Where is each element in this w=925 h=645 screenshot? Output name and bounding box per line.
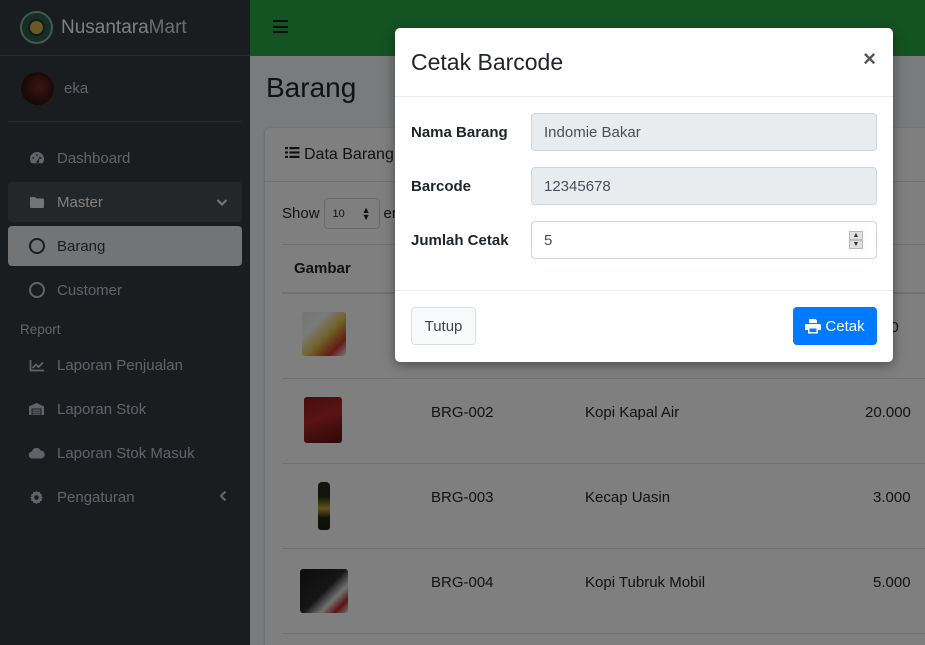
modal-body: Nama Barang Indomie Bakar Barcode 123456… [395,97,893,291]
nama-barang-field[interactable]: Indomie Bakar [531,113,877,151]
cetak-button-label: Cetak [825,317,865,335]
printer-icon [805,318,822,333]
barcode-label: Barcode [411,177,472,195]
form-row-barcode: Barcode 12345678 [411,167,877,205]
modal-footer: Tutup Cetak [395,291,893,361]
jumlah-cetak-input[interactable]: 5 ▲ ▼ [531,221,877,259]
number-spinner[interactable]: ▲ ▼ [849,231,863,250]
jumlah-cetak-value: 5 [544,231,553,249]
barcode-field[interactable]: 12345678 [531,167,877,205]
modal-title: Cetak Barcode [411,48,564,75]
spinner-up-icon[interactable]: ▲ [849,231,863,240]
close-icon[interactable]: × [863,46,876,72]
cetak-button[interactable]: Cetak [793,307,877,345]
modal-header: Cetak Barcode × [395,28,893,97]
tutup-button[interactable]: Tutup [411,307,476,345]
nama-barang-label: Nama Barang [411,123,508,141]
jumlah-cetak-label: Jumlah Cetak [411,231,509,249]
cetak-barcode-modal: Cetak Barcode × Nama Barang Indomie Baka… [395,28,893,362]
form-row-jumlah-cetak: Jumlah Cetak 5 ▲ ▼ [411,221,877,259]
spinner-down-icon[interactable]: ▼ [849,240,863,249]
form-row-nama-barang: Nama Barang Indomie Bakar [411,113,877,151]
